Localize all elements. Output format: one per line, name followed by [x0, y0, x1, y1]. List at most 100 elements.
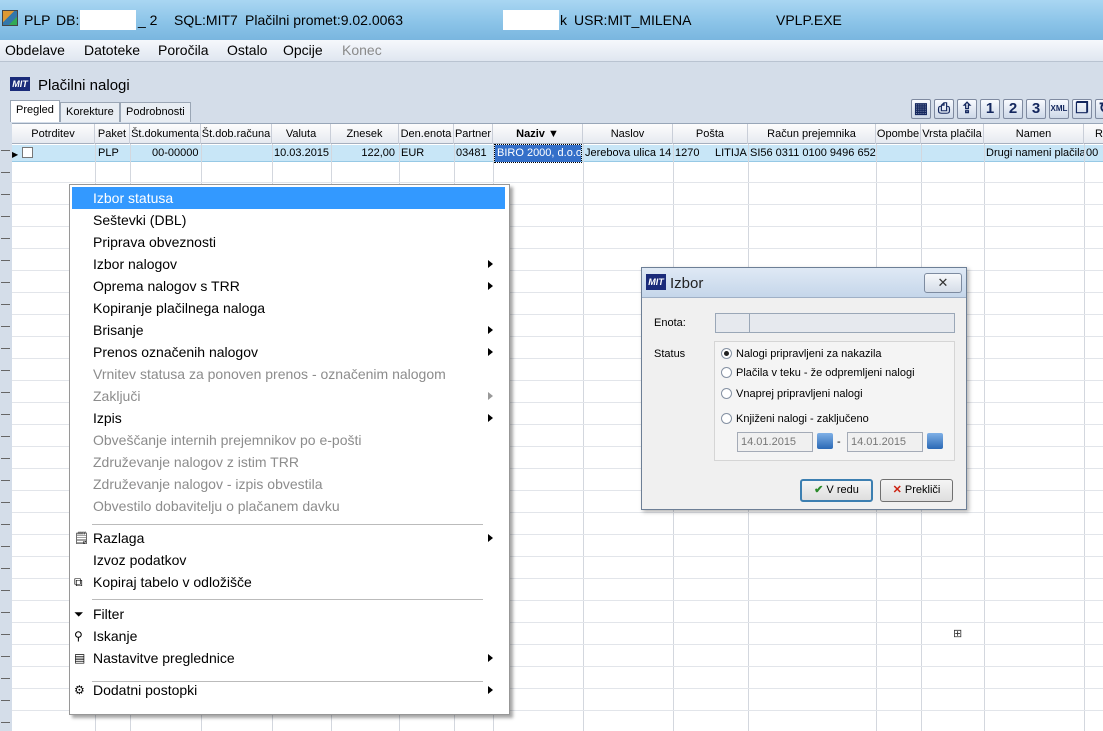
menu-item-label: Obveščanje internih prejemnikov po e-poš…: [93, 432, 362, 448]
window-icon[interactable]: ❐: [1072, 99, 1092, 119]
menu-item-zaključi[interactable]: Zaključi: [72, 385, 505, 407]
grid-icon[interactable]: ▦: [911, 99, 931, 119]
col-naziv-sorted[interactable]: Naziv ▼: [493, 124, 583, 144]
menu-item-label: Dodatni postopki: [93, 682, 198, 698]
col-naslov[interactable]: Naslov: [583, 124, 673, 144]
xml-icon[interactable]: XML: [1049, 99, 1069, 119]
view-3-icon[interactable]: 3: [1026, 99, 1046, 119]
col-paket[interactable]: Paket: [95, 124, 130, 144]
col-namen[interactable]: Namen: [984, 124, 1084, 144]
cell-naziv[interactable]: BIRO 2000, d.o.o.: [494, 144, 582, 163]
menu-datoteke[interactable]: Datoteke: [84, 42, 140, 58]
menu-item-izpis[interactable]: Izpis: [72, 407, 505, 429]
menu-item-združevanje-nalogov-z-istim-trr[interactable]: Združevanje nalogov z istim TRR: [72, 451, 505, 473]
menu-obdelave[interactable]: Obdelave: [5, 42, 65, 58]
refresh-icon[interactable]: ↻: [1095, 99, 1103, 119]
ok-button[interactable]: ✔ V redu: [800, 479, 873, 502]
radio-placila-v-teku[interactable]: Plačila v teku - že odpremljeni nalogi: [721, 367, 915, 379]
menu-item-izvoz-podatkov[interactable]: Izvoz podatkov: [72, 549, 505, 571]
menu-item-izbor-nalogov[interactable]: Izbor nalogov: [72, 253, 505, 275]
menu-item-nastavitve-preglednice[interactable]: ▤ Nastavitve preglednice: [72, 647, 505, 669]
col-opombe[interactable]: Opombe: [876, 124, 921, 144]
col-st-dob-racuna[interactable]: Št.dob.računa: [201, 124, 272, 144]
cancel-button[interactable]: ✕ Prekliči: [880, 479, 953, 502]
calendar-icon[interactable]: [817, 433, 833, 449]
menu-bar: Obdelave Datoteke Poročila Ostalo Opcije…: [0, 40, 1103, 62]
col-partner[interactable]: Partner: [454, 124, 493, 144]
row-indicator-tick: [1, 590, 10, 591]
menu-porocila[interactable]: Poročila: [158, 42, 209, 58]
col-znesek[interactable]: Znesek: [331, 124, 399, 144]
title-user-prefix: k: [560, 12, 567, 28]
title-module: Plačilni promet:9.02.0063: [245, 12, 403, 28]
enota-lookup-button[interactable]: [716, 314, 750, 332]
menu-item-vrnitev-statusa-za-ponoven-prenos-označenim-nalogom[interactable]: Vrnitev statusa za ponoven prenos - ozna…: [72, 363, 505, 385]
col-valuta[interactable]: Valuta: [272, 124, 331, 144]
menu-item-kopiranje-plačilnega-naloga[interactable]: Kopiranje plačilnega naloga: [72, 297, 505, 319]
view-1-icon[interactable]: 1: [980, 99, 1000, 119]
radio-knjizeni[interactable]: Knjiženi nalogi - zaključeno: [721, 413, 869, 425]
title-exe: VPLP.EXE: [776, 12, 842, 28]
table-row[interactable]: PLP 00-00000 10.03.2015 122,00 EUR 03481…: [12, 144, 1103, 163]
menu-item-label: Izbor statusa: [93, 190, 174, 206]
date-to-field[interactable]: 14.01.2015: [847, 432, 923, 452]
menu-item-dodatni-postopki[interactable]: ⚙ Dodatni postopki: [72, 679, 505, 701]
menu-item-label: Združevanje nalogov - izpis obvestila: [93, 476, 323, 492]
radio-vnaprej[interactable]: Vnaprej pripravljeni nalogi: [721, 388, 863, 400]
radio-pripravljeni[interactable]: Nalogi pripravljeni za nakazila: [721, 348, 882, 360]
menu-ostalo[interactable]: Ostalo: [227, 42, 267, 58]
menu-item-label: Oprema nalogov s TRR: [93, 278, 240, 294]
close-button[interactable]: ✕: [924, 273, 962, 293]
status-group: Nalogi pripravljeni za nakazila Plačila …: [714, 341, 955, 461]
col-st-dokumenta[interactable]: Št.dokumenta: [130, 124, 201, 144]
tab-podrobnosti[interactable]: Podrobnosti: [120, 102, 191, 122]
col-racun-prejemnika[interactable]: Račun prejemnika: [748, 124, 876, 144]
menu-item-oprema-nalogov-s-trr[interactable]: Oprema nalogov s TRR: [72, 275, 505, 297]
grid-column-line: [583, 144, 584, 731]
menu-item-iskanje[interactable]: ⚲ Iskanje: [72, 625, 505, 647]
grid-column-line: [1084, 144, 1085, 731]
row-indicator-tick: [1, 348, 10, 349]
col-den-enota[interactable]: Den.enota: [399, 124, 454, 144]
menu-item-izbor-statusa[interactable]: Izbor statusa: [72, 187, 505, 209]
export-icon[interactable]: ⇪: [957, 99, 977, 119]
enota-field[interactable]: [715, 313, 955, 333]
menu-item-obvestilo-dobavitelju-o-plačanem-davku[interactable]: Obvestilo dobavitelju o plačanem davku: [72, 495, 505, 517]
row-checkbox[interactable]: [20, 145, 36, 162]
menu-item-brisanje[interactable]: Brisanje: [72, 319, 505, 341]
menu-item-seštevki-dbl[interactable]: Seštevki (DBL): [72, 209, 505, 231]
tab-korekture[interactable]: Korekture: [60, 102, 120, 122]
col-posta[interactable]: Pošta: [673, 124, 748, 144]
title-user: USR:MIT_MILENA: [574, 12, 692, 28]
enota-label: Enota:: [654, 317, 686, 329]
menu-item-label: Izvoz podatkov: [93, 552, 187, 568]
menu-item-label: Zaključi: [93, 388, 141, 404]
filter-icon: ⏷: [74, 607, 84, 621]
menu-item-razlaga[interactable]: 🗒 Razlaga: [72, 527, 505, 549]
menu-item-priprava-obveznosti[interactable]: Priprava obveznosti: [72, 231, 505, 253]
radio-dot: [721, 348, 732, 359]
print-icon[interactable]: ⎙: [934, 99, 954, 119]
row-indicator-tick: [1, 326, 10, 327]
menu-opcije[interactable]: Opcije: [283, 42, 323, 58]
col-ref[interactable]: Ref: [1084, 124, 1103, 144]
menu-item-filter[interactable]: ⏷ Filter: [72, 603, 505, 625]
window-titlebar[interactable]: PLP DB: _ 2 SQL:MIT7 Plačilni promet:9.0…: [0, 0, 1103, 40]
view-2-icon[interactable]: 2: [1003, 99, 1023, 119]
menu-item-obveščanje-internih-prejemnikov-po-e-pošti[interactable]: Obveščanje internih prejemnikov po e-poš…: [72, 429, 505, 451]
col-potrditev[interactable]: Potrditev: [12, 124, 95, 144]
cell-den-enota: EUR: [401, 147, 425, 159]
date-from-field[interactable]: 14.01.2015: [737, 432, 813, 452]
menu-item-label: Razlaga: [93, 530, 145, 546]
dialog-titlebar[interactable]: MIT Izbor ✕: [642, 268, 966, 298]
menu-item-prenos-označenih-nalogov[interactable]: Prenos označenih nalogov: [72, 341, 505, 363]
menu-item-label: Priprava obveznosti: [93, 234, 216, 250]
menu-konec[interactable]: Konec: [342, 42, 382, 58]
menu-item-združevanje-nalogov-izpis-obvestila[interactable]: Združevanje nalogov - izpis obvestila: [72, 473, 505, 495]
calendar-icon[interactable]: [927, 433, 943, 449]
title-db-suffix: _ 2: [138, 12, 158, 28]
tab-pregled[interactable]: Pregled: [10, 100, 60, 122]
menu-item-label: Nastavitve preglednice: [93, 650, 235, 666]
col-vrsta-placila[interactable]: Vrsta plačila: [921, 124, 984, 144]
menu-item-kopiraj-tabelo-v-odložišče[interactable]: ⧉ Kopiraj tabelo v odložišče: [72, 571, 505, 593]
